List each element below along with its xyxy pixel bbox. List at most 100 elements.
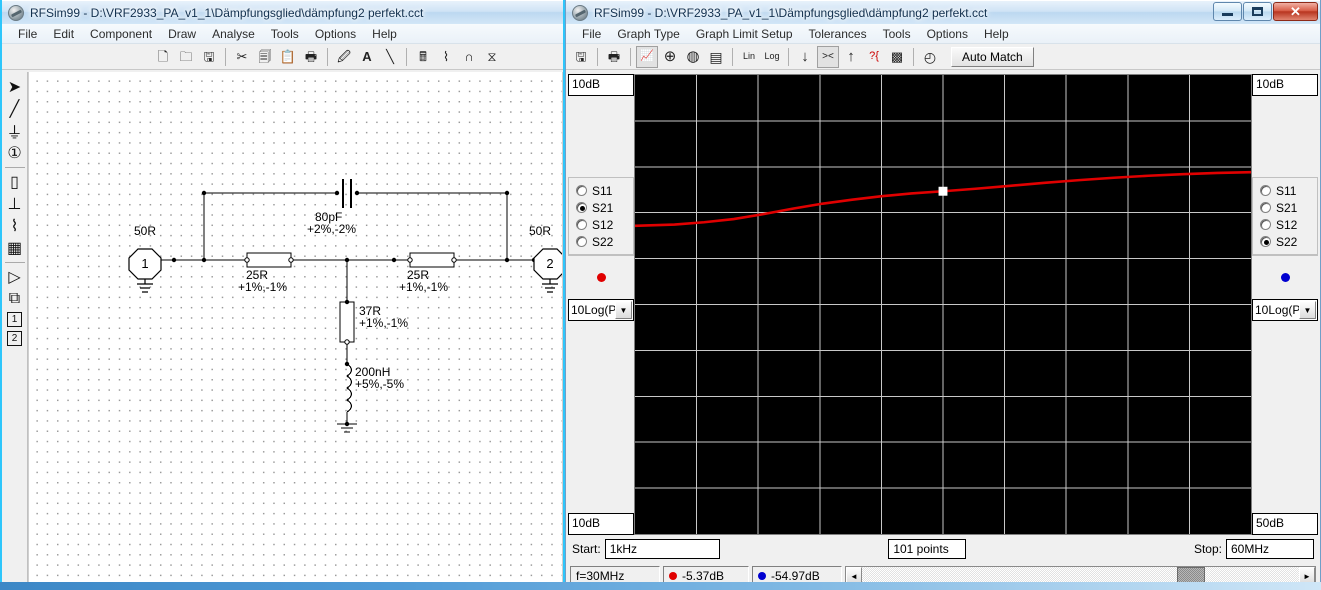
radio-icon[interactable] (1260, 185, 1271, 196)
open-icon[interactable]: 🗀 (175, 46, 197, 68)
left-radio-s22[interactable]: S22 (571, 233, 631, 250)
menu-draw[interactable]: Draw (160, 25, 204, 43)
component-tool-palette[interactable]: ➤ ╱ ⏚ ① ▯ ⊥ ⌇ ▦ ▷ ⧉ 1 2 (2, 72, 28, 584)
marker-span-icon[interactable]: >< (817, 45, 839, 68)
radio-icon[interactable] (1260, 202, 1271, 213)
wire-line-tool[interactable]: ╱ (4, 98, 26, 120)
plot-area[interactable] (634, 74, 1252, 535)
stop-frequency-input[interactable]: 60MHz (1226, 539, 1314, 559)
capacitor-tool[interactable]: ⊥ (4, 193, 26, 215)
graph-menu-graph-type[interactable]: Graph Type (609, 25, 687, 43)
right-format-select[interactable]: 10Log(P) ▼ (1252, 299, 1318, 321)
lin-scale-icon[interactable]: Lin (738, 46, 760, 68)
window-controls[interactable]: ✕ (1213, 2, 1318, 21)
radio-icon[interactable] (576, 185, 587, 196)
maximize-button[interactable] (1243, 2, 1272, 21)
left-scale-top-label[interactable]: 10dB (568, 74, 634, 96)
print-icon[interactable]: 🖶 (300, 46, 322, 68)
transformer-tool[interactable]: ⧉ (4, 288, 26, 310)
smith-chart-icon[interactable]: ◍ (682, 46, 704, 68)
circuit-window[interactable]: RFSim99 - D:\VRF2933_PA_v1_1\Dämpfungsgl… (0, 0, 565, 590)
start-frequency-input[interactable]: 1kHz (604, 539, 720, 559)
radio-icon[interactable] (576, 236, 587, 247)
rect-plot-icon[interactable]: 📈 (636, 45, 658, 68)
left-format-select[interactable]: 10Log(P) ▼ (568, 299, 634, 321)
right-scale-top-label[interactable]: 10dB (1252, 74, 1318, 96)
right-radio-s11[interactable]: S11 (1255, 182, 1315, 199)
left-radio-s12[interactable]: S12 (571, 216, 631, 233)
table-view-icon[interactable]: ▤ (705, 46, 727, 68)
line-icon[interactable]: ╲ (379, 46, 401, 68)
left-sparam-radio-group[interactable]: S11 S21 S12 S22 (568, 177, 634, 255)
graph-menu-help[interactable]: Help (976, 25, 1017, 43)
paste-icon[interactable]: 📋 (277, 46, 299, 68)
menu-edit[interactable]: Edit (45, 25, 82, 43)
radio-icon[interactable] (576, 202, 587, 213)
graph-window[interactable]: RFSim99 - D:\VRF2933_PA_v1_1\Dämpfungsgl… (565, 0, 1321, 590)
marker-up-icon[interactable]: ↑ (840, 46, 862, 68)
schematic-canvas[interactable]: 1 2 50R 50R 80pF +2%,-2% 25R +1%,-1% 25R… (28, 72, 563, 584)
copy-icon[interactable]: 🗐 (254, 46, 276, 68)
menu-options[interactable]: Options (307, 25, 364, 43)
left-trace-panel[interactable]: 10dB S11 S21 S12 S22 10Log(P ▼ 10dB (568, 74, 634, 535)
right-radio-s21[interactable]: S21 (1255, 199, 1315, 216)
draw-pen-icon[interactable]: 🖉 (333, 46, 355, 68)
graph-menu-tools[interactable]: Tools (875, 25, 919, 43)
minimize-button[interactable] (1213, 2, 1242, 21)
analyse-icon[interactable]: ⧖ (481, 46, 503, 68)
right-radio-s12[interactable]: S12 (1255, 216, 1315, 233)
circuit-titlebar[interactable]: RFSim99 - D:\VRF2933_PA_v1_1\Dämpfungsgl… (2, 0, 563, 24)
menu-file[interactable]: File (10, 25, 45, 43)
menu-help[interactable]: Help (364, 25, 405, 43)
save-icon[interactable]: 🖫 (198, 46, 220, 68)
print-graph-icon[interactable]: 🖶 (603, 46, 625, 68)
marker-down-icon[interactable]: ↓ (794, 46, 816, 68)
pie-icon[interactable]: ◴ (919, 46, 941, 68)
left-radio-s11[interactable]: S11 (571, 182, 631, 199)
sweep-bar[interactable]: Start: 1kHz 101 points Stop: 60MHz (566, 535, 1320, 563)
right-radio-s22[interactable]: S22 (1255, 233, 1315, 250)
right-trace-panel[interactable]: 10dB S11 S21 S12 S22 10Log(P ▼ 50dB (1252, 74, 1318, 535)
close-button[interactable]: ✕ (1273, 2, 1318, 21)
new-icon[interactable]: 🗋 (152, 46, 174, 68)
port1-tool[interactable]: 1 (7, 312, 22, 327)
smith-tool-icon[interactable]: ⌇ (435, 46, 457, 68)
graph-menubar[interactable]: File Graph Type Graph Limit Setup Tolera… (566, 24, 1320, 44)
chevron-down-icon[interactable]: ▼ (615, 301, 632, 319)
circuit-toolbar[interactable]: 🗋 🗀 🖫 ✂ 🗐 📋 🖶 🖉 A ╲ 🖩 ⌇ ∩ ⧖ (2, 44, 563, 70)
transmission-line-tool[interactable]: ▦ (4, 237, 26, 259)
graph-titlebar[interactable]: RFSim99 - D:\VRF2933_PA_v1_1\Dämpfungsgl… (566, 0, 1320, 24)
menu-component[interactable]: Component (82, 25, 160, 43)
cut-icon[interactable]: ✂ (231, 46, 253, 68)
port-tool[interactable]: ① (4, 142, 26, 164)
menu-tools[interactable]: Tools (263, 25, 307, 43)
help-query-icon[interactable]: ?{ (863, 46, 885, 68)
polar-plot-icon[interactable]: ⊕ (659, 46, 681, 68)
points-input[interactable]: 101 points (888, 539, 967, 559)
save-graph-icon[interactable]: 🖫 (570, 46, 592, 68)
graph-menu-limit-setup[interactable]: Graph Limit Setup (688, 25, 801, 43)
inductor-tool[interactable]: ⌇ (4, 215, 26, 237)
noise-icon[interactable]: ▩ (886, 46, 908, 68)
graph-menu-file[interactable]: File (574, 25, 609, 43)
right-sparam-radio-group[interactable]: S11 S21 S12 S22 (1252, 177, 1318, 255)
right-scale-bottom-label[interactable]: 50dB (1252, 513, 1318, 535)
graph-menu-options[interactable]: Options (919, 25, 976, 43)
radio-icon[interactable] (1260, 236, 1271, 247)
auto-match-button[interactable]: Auto Match (951, 46, 1034, 67)
radio-icon[interactable] (576, 219, 587, 230)
log-scale-icon[interactable]: Log (761, 46, 783, 68)
port2-tool[interactable]: 2 (7, 331, 22, 346)
resistor-tool[interactable]: ▯ (4, 171, 26, 193)
match-icon[interactable]: ∩ (458, 46, 480, 68)
radio-icon[interactable] (1260, 219, 1271, 230)
amplifier-tool[interactable]: ▷ (4, 266, 26, 288)
select-arrow-tool[interactable]: ➤ (4, 76, 26, 98)
chevron-down-icon[interactable]: ▼ (1299, 301, 1316, 319)
calculator-icon[interactable]: 🖩 (412, 46, 434, 68)
left-radio-s21[interactable]: S21 (571, 199, 631, 216)
ground-tool[interactable]: ⏚ (4, 120, 26, 142)
left-scale-bottom-label[interactable]: 10dB (568, 513, 634, 535)
menu-analyse[interactable]: Analyse (204, 25, 263, 43)
graph-toolbar[interactable]: 🖫 🖶 📈 ⊕ ◍ ▤ Lin Log ↓ >< ↑ ?{ ▩ ◴ Auto M… (566, 44, 1320, 70)
